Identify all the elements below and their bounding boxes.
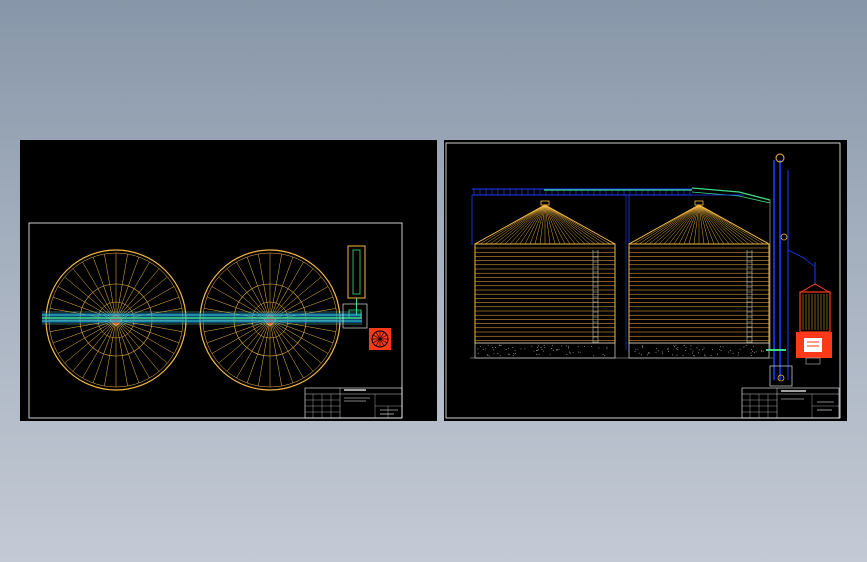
dryer-tower: [796, 262, 832, 365]
plan-title-block: [304, 387, 403, 419]
plan-conveyor: [42, 311, 362, 325]
plan-view-drawing: [28, 222, 403, 419]
plan-view-sheet: [20, 140, 437, 421]
elevation-view-drawing: [445, 142, 841, 419]
silo-elevation-1: [474, 200, 616, 344]
plan-dryer-unit: [369, 328, 391, 350]
silo-foundations: [470, 342, 774, 359]
drawing-frame: [445, 142, 841, 419]
silo-elevation-2: [628, 200, 770, 344]
elevation-title-block: [741, 387, 840, 419]
elevation-view-sheet: [444, 140, 847, 421]
